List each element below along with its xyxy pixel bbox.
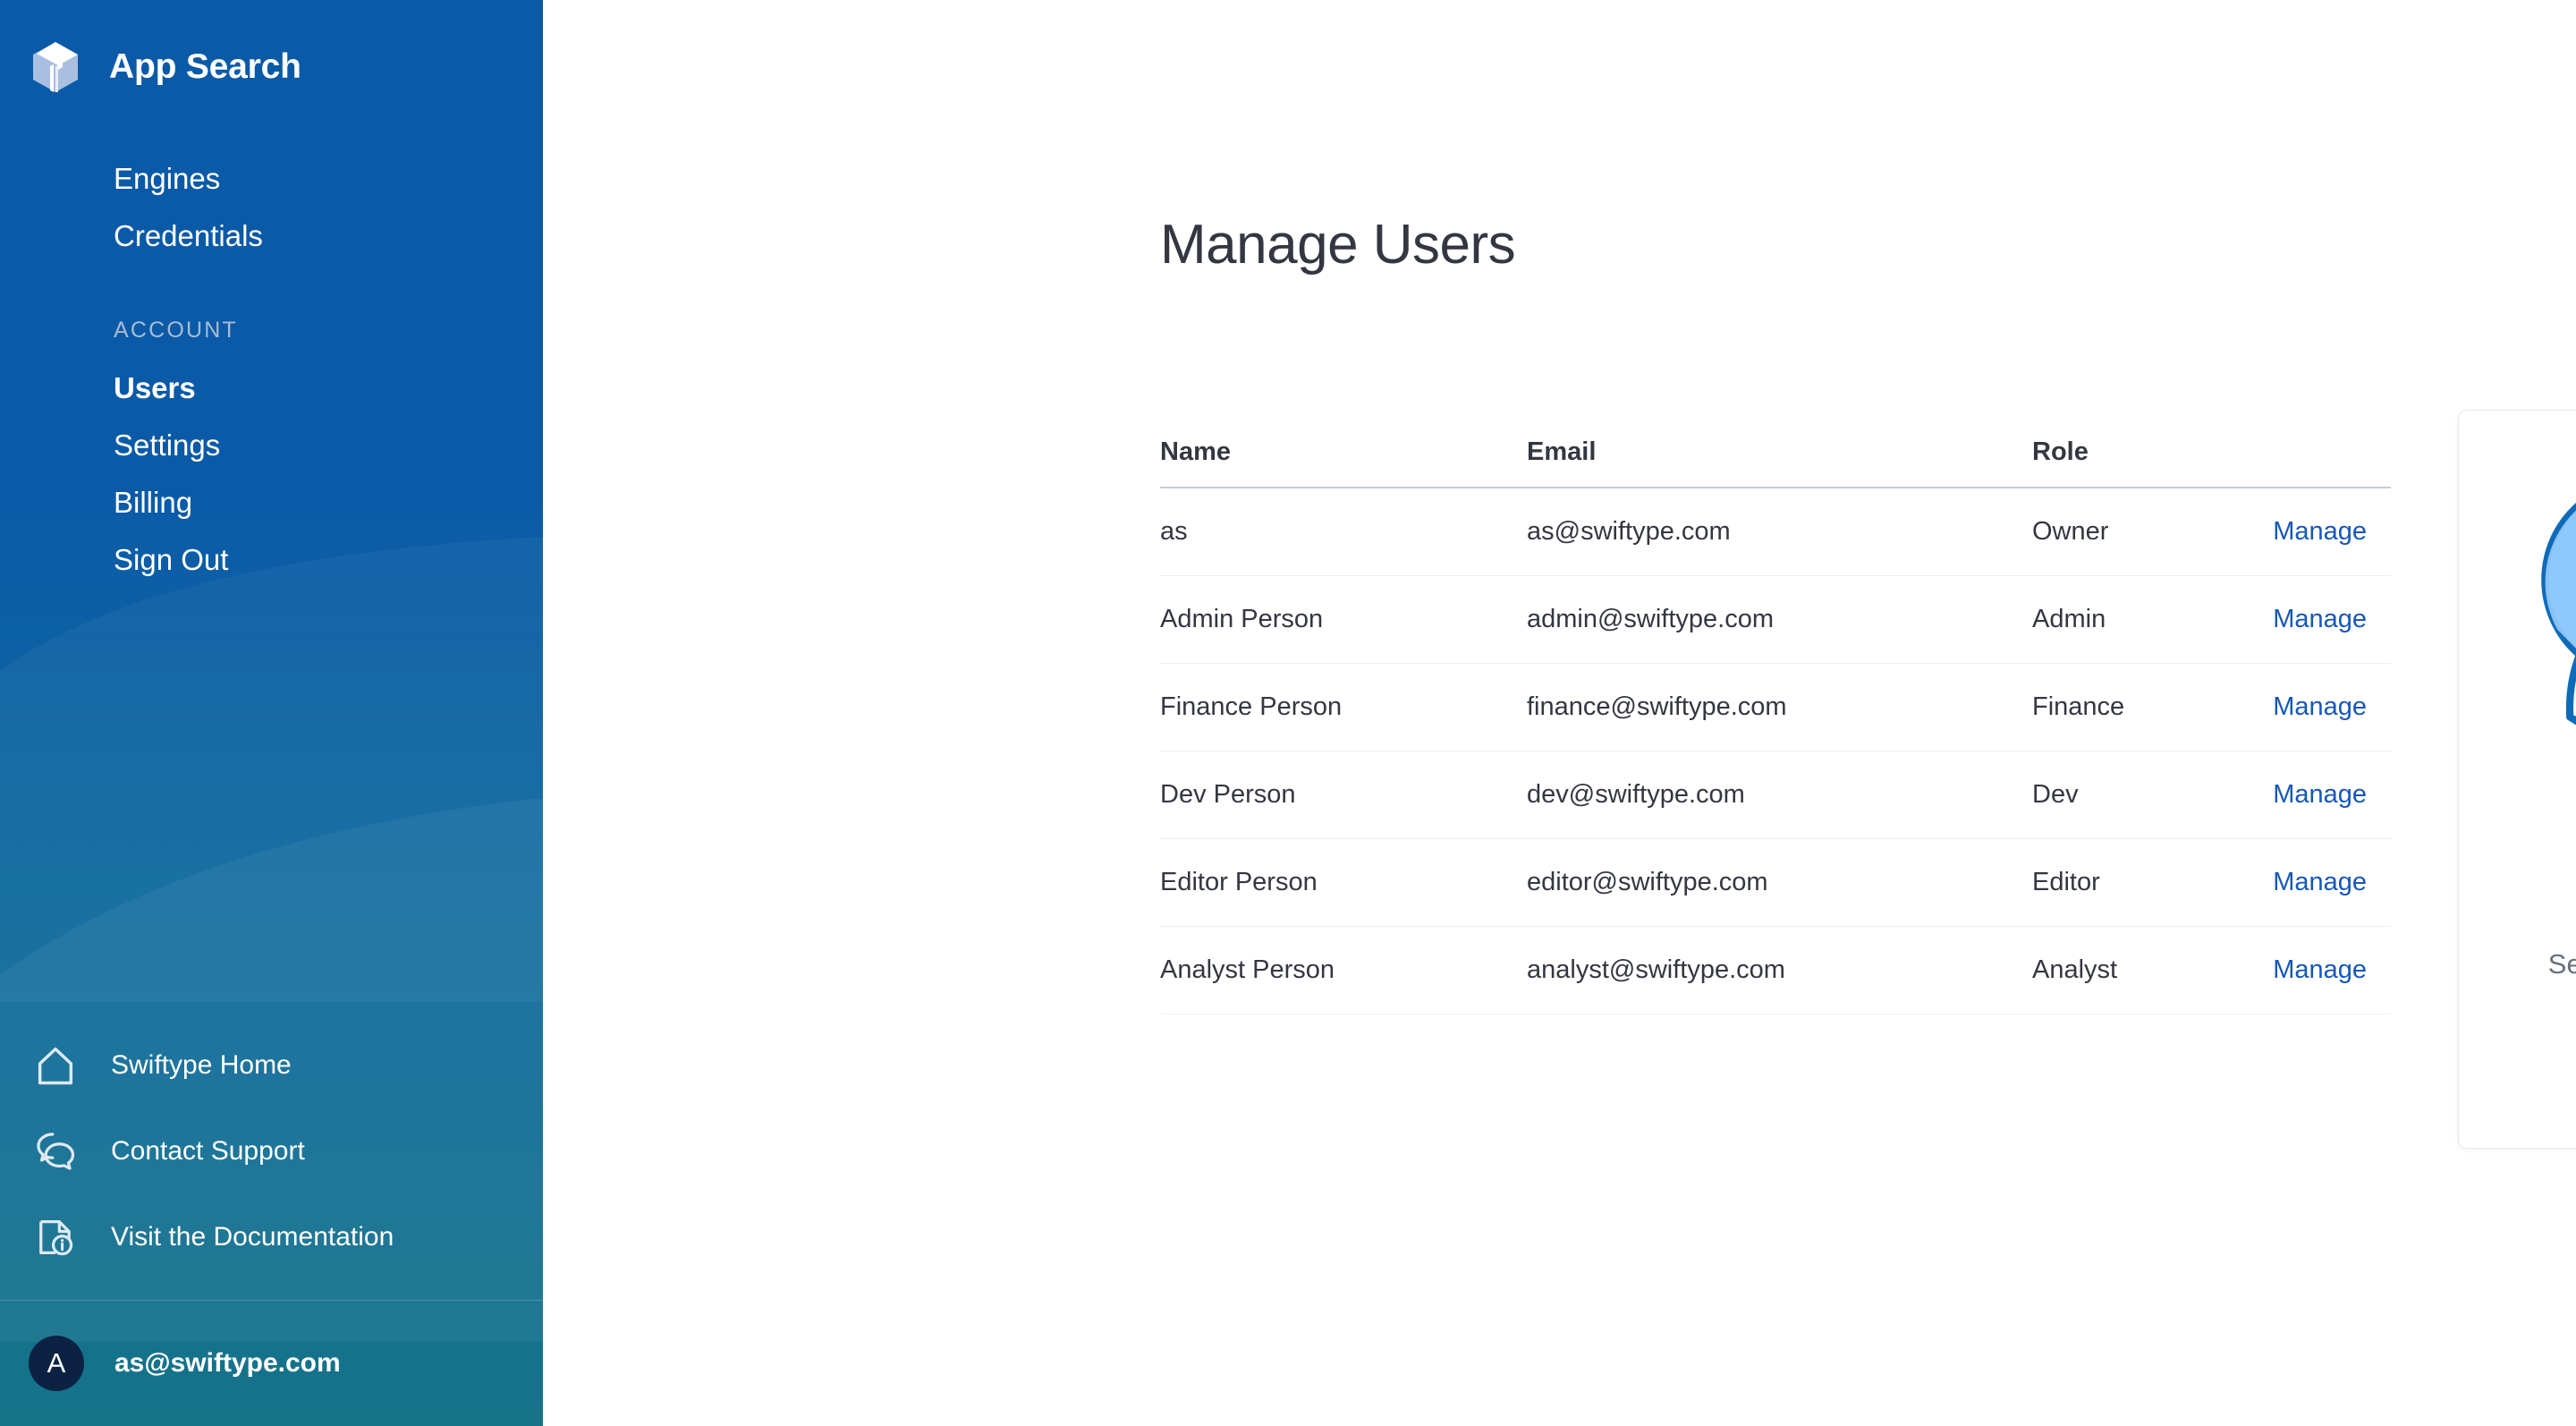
cell-role: Finance bbox=[2032, 692, 2256, 722]
sidebar-spacer bbox=[0, 589, 543, 1023]
sidebar: App Search Engines Credentials ACCOUNT U… bbox=[0, 0, 543, 1426]
column-header-email: Email bbox=[1527, 437, 2032, 467]
cell-role: Dev bbox=[2032, 780, 2256, 810]
brand-title: App Search bbox=[109, 47, 301, 87]
manage-link[interactable]: Manage bbox=[2273, 605, 2367, 633]
table-row: Editor Person editor@swiftype.com Editor… bbox=[1160, 839, 2391, 927]
cell-action: Manage bbox=[2256, 780, 2391, 810]
cell-role: Admin bbox=[2032, 605, 2256, 634]
sidebar-item-users[interactable]: Users bbox=[0, 360, 543, 417]
users-table: Name Email Role as as@swiftype.com Owner… bbox=[1160, 417, 2391, 1014]
cell-action: Manage bbox=[2256, 955, 2391, 985]
home-icon bbox=[32, 1042, 79, 1089]
table-row: Analyst Person analyst@swiftype.com Anal… bbox=[1160, 927, 2391, 1014]
cell-role: Owner bbox=[2032, 517, 2256, 547]
sidebar-item-label: Swiftype Home bbox=[111, 1050, 292, 1081]
column-header-role: Role bbox=[2032, 437, 2256, 467]
cell-name: Finance Person bbox=[1160, 692, 1527, 722]
table-header: Name Email Role bbox=[1160, 417, 2391, 488]
cell-email: admin@swiftype.com bbox=[1527, 605, 2032, 634]
table-row: as as@swiftype.com Owner Manage bbox=[1160, 488, 2391, 576]
cube-logo-icon bbox=[30, 40, 80, 94]
two-people-handshake-add-user-illustration bbox=[2490, 434, 2576, 892]
cell-email: finance@swiftype.com bbox=[1527, 692, 2032, 722]
sidebar-primary-nav: Engines Credentials ACCOUNT Users Settin… bbox=[0, 150, 543, 589]
sidebar-user-email: as@swiftype.com bbox=[114, 1348, 341, 1379]
sidebar-item-credentials[interactable]: Credentials bbox=[0, 208, 543, 265]
sidebar-item-engines[interactable]: Engines bbox=[0, 150, 543, 208]
cell-email: dev@swiftype.com bbox=[1527, 780, 2032, 810]
cell-role: Analyst bbox=[2032, 955, 2256, 985]
cell-action: Manage bbox=[2256, 692, 2391, 722]
app-root: App Search Engines Credentials ACCOUNT U… bbox=[0, 0, 2576, 1426]
sidebar-section-label-account: ACCOUNT bbox=[0, 313, 543, 347]
cell-role: Editor bbox=[2032, 868, 2256, 897]
cell-name: Dev Person bbox=[1160, 780, 1527, 810]
bring-the-team-card: Bring the Team Send an email invitation … bbox=[2458, 410, 2576, 1149]
sidebar-external-nav: Swiftype Home Contact Support bbox=[0, 1023, 543, 1300]
brand[interactable]: App Search bbox=[0, 0, 543, 107]
cell-action: Manage bbox=[2256, 605, 2391, 634]
cell-name: as bbox=[1160, 517, 1527, 547]
manage-link[interactable]: Manage bbox=[2273, 517, 2367, 546]
chat-bubbles-icon bbox=[32, 1128, 79, 1175]
manage-link[interactable]: Manage bbox=[2273, 780, 2367, 809]
cell-action: Manage bbox=[2256, 517, 2391, 547]
table-row: Dev Person dev@swiftype.com Dev Manage bbox=[1160, 751, 2391, 839]
manage-link[interactable]: Manage bbox=[2273, 868, 2367, 896]
sidebar-item-billing[interactable]: Billing bbox=[0, 474, 543, 531]
sidebar-item-settings[interactable]: Settings bbox=[0, 417, 543, 474]
table-header-row: Name Email Role bbox=[1160, 417, 2391, 488]
table-row: Admin Person admin@swiftype.com Admin Ma… bbox=[1160, 576, 2391, 664]
table-body: as as@swiftype.com Owner Manage Admin Pe… bbox=[1160, 488, 2391, 1014]
cell-name: Analyst Person bbox=[1160, 955, 1527, 985]
sidebar-item-label: Contact Support bbox=[111, 1136, 305, 1167]
table-row: Finance Person finance@swiftype.com Fina… bbox=[1160, 664, 2391, 751]
sidebar-item-contact-support[interactable]: Contact Support bbox=[0, 1108, 543, 1194]
manage-link[interactable]: Manage bbox=[2273, 692, 2367, 721]
cell-action: Manage bbox=[2256, 868, 2391, 897]
cell-email: analyst@swiftype.com bbox=[1527, 955, 2032, 985]
sidebar-item-label: Visit the Documentation bbox=[111, 1222, 394, 1252]
sidebar-item-swiftype-home[interactable]: Swiftype Home bbox=[0, 1023, 543, 1108]
sidebar-user-account[interactable]: A as@swiftype.com bbox=[0, 1301, 543, 1426]
avatar: A bbox=[29, 1336, 84, 1391]
card-subtitle: Send an email invitation and start colla… bbox=[2516, 943, 2576, 1029]
cell-name: Admin Person bbox=[1160, 605, 1527, 634]
document-info-icon bbox=[32, 1214, 79, 1260]
cell-name: Editor Person bbox=[1160, 868, 1527, 897]
main-content: Manage Users Name Email Role as as@swift… bbox=[543, 0, 2576, 1426]
cell-email: editor@swiftype.com bbox=[1527, 868, 2032, 897]
cell-email: as@swiftype.com bbox=[1527, 517, 2032, 547]
sidebar-item-visit-documentation[interactable]: Visit the Documentation bbox=[0, 1194, 543, 1280]
column-header-name: Name bbox=[1160, 437, 1527, 467]
page-title: Manage Users bbox=[1160, 213, 1515, 276]
sidebar-item-sign-out[interactable]: Sign Out bbox=[0, 531, 543, 589]
manage-link[interactable]: Manage bbox=[2273, 955, 2367, 984]
